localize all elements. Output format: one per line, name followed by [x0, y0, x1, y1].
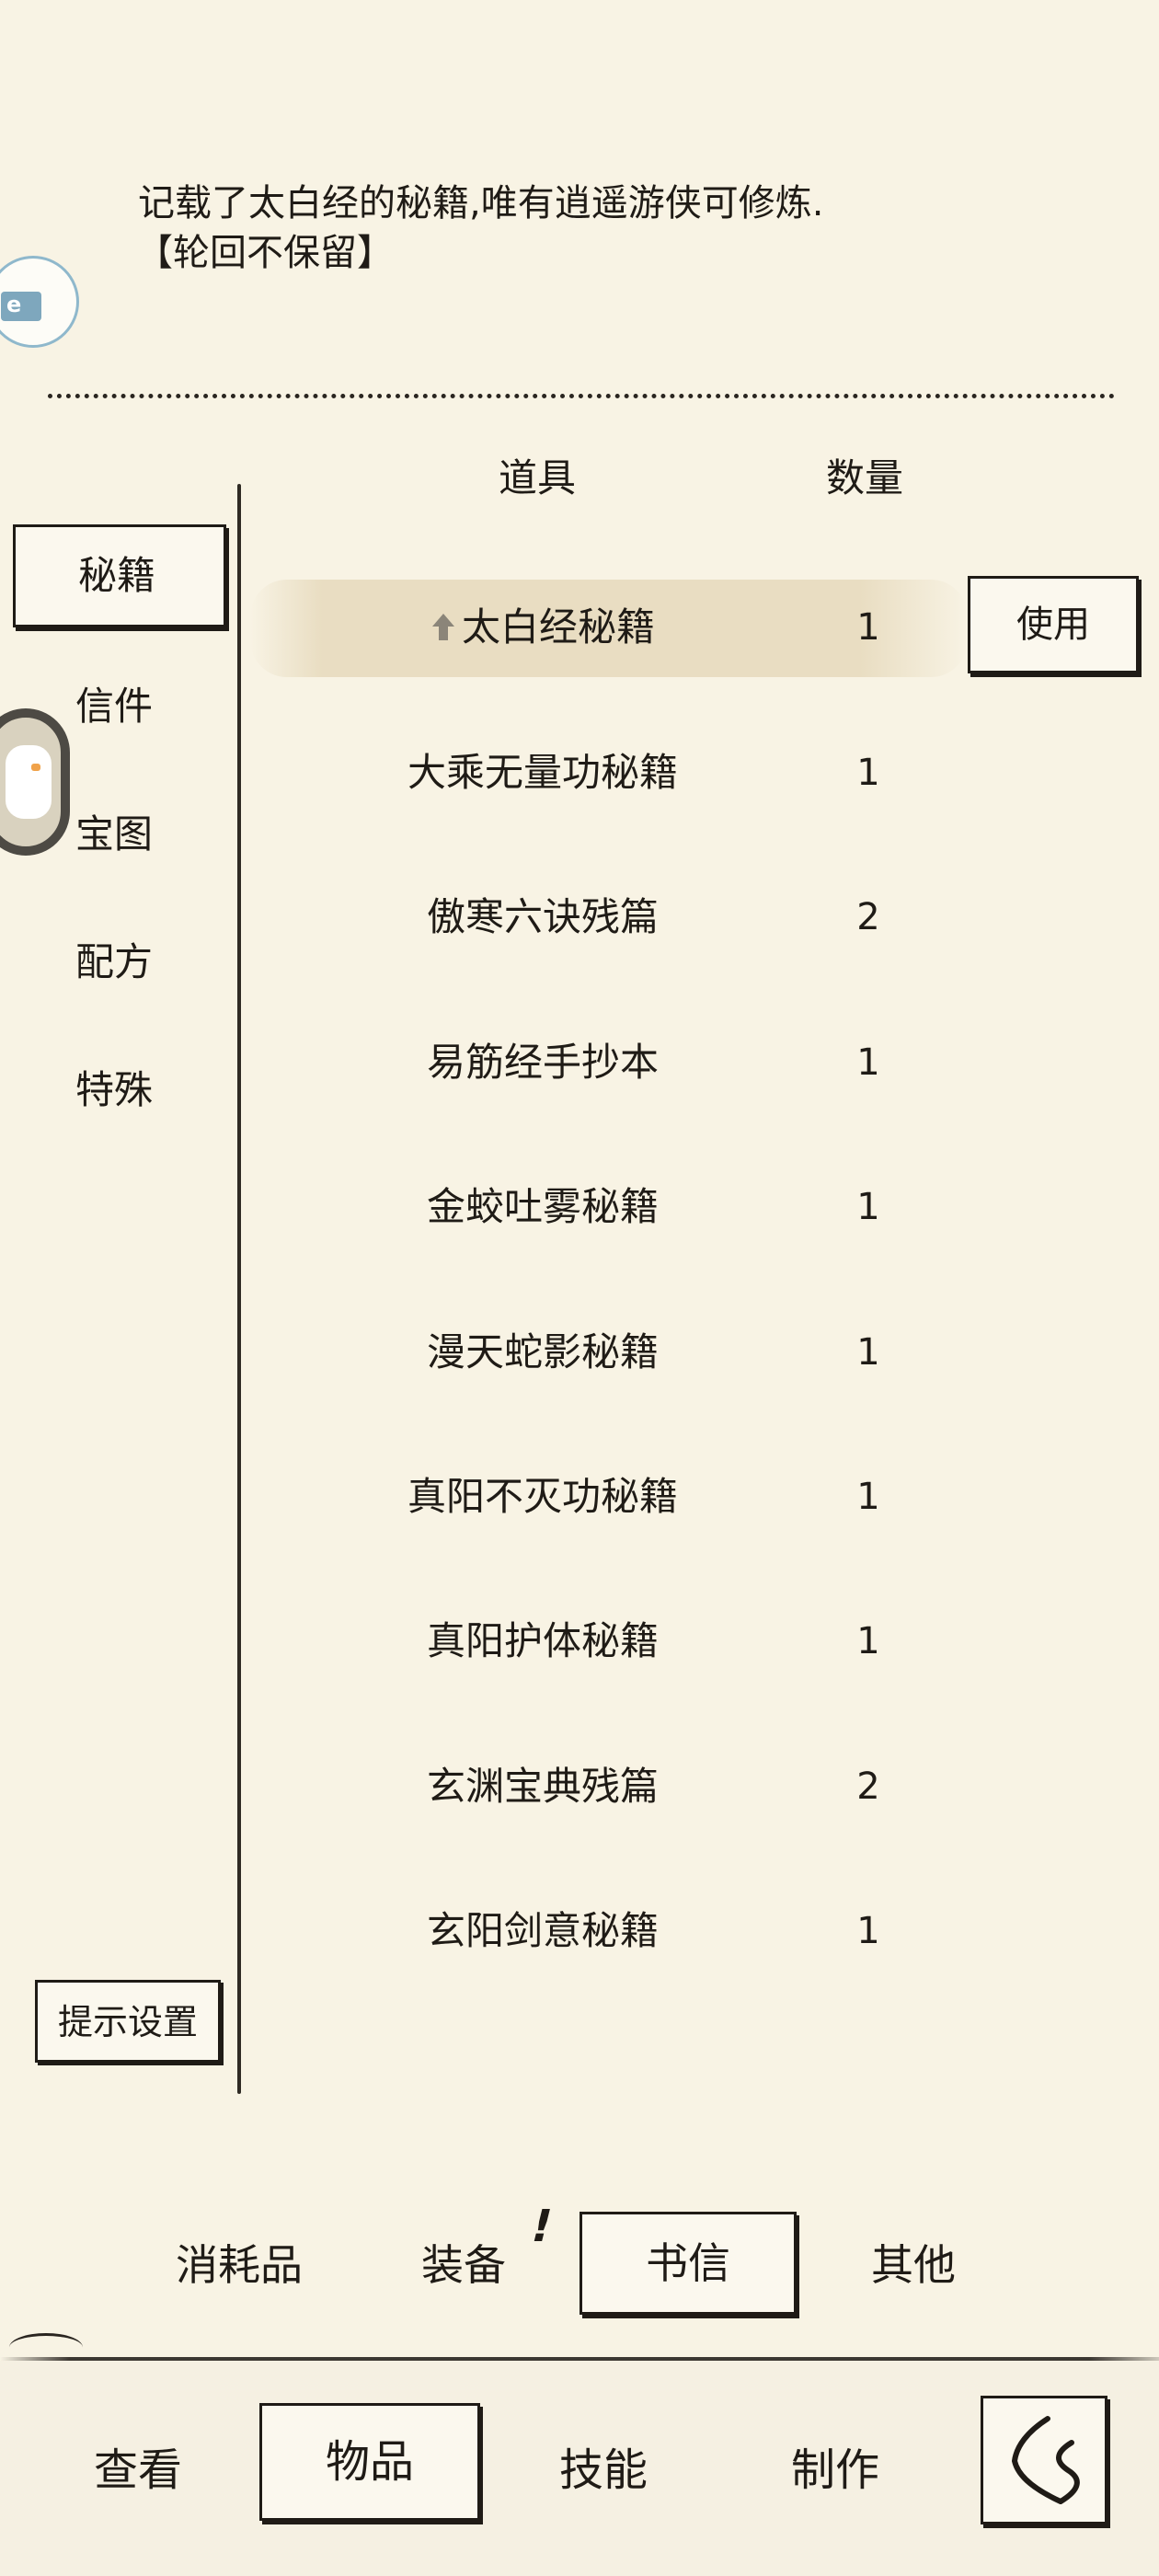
table-row[interactable]: 玄阳剑意秘籍 — [313, 1894, 773, 1968]
back-button[interactable] — [981, 2396, 1107, 2524]
sidebar-tab-recipes[interactable]: 配方 — [55, 930, 184, 995]
hint-settings-button[interactable]: 提示设置 — [35, 1980, 221, 2063]
table-row[interactable]: 金蛟吐雾秘籍 — [313, 1170, 773, 1244]
table-row[interactable]: 傲寒六诀残篇 — [313, 880, 773, 954]
sidebar-divider — [237, 484, 241, 2094]
nav-tab-skills[interactable]: 技能 — [521, 2420, 686, 2521]
app-badge-icon[interactable]: e — [0, 256, 79, 348]
item-quantity: 2 — [856, 896, 880, 938]
table-row[interactable]: 玄渊宝典残篇 — [313, 1750, 773, 1823]
item-quantity: 1 — [856, 1331, 880, 1374]
item-quantity: 1 — [856, 752, 880, 794]
table-row[interactable]: 真阳护体秘籍 — [313, 1604, 773, 1678]
table-row[interactable]: 漫天蛇影秘籍 — [313, 1316, 773, 1389]
sidebar-tab-secret-manuals[interactable]: 秘籍 — [13, 524, 226, 627]
column-header-quantity: 数量 — [825, 455, 903, 500]
category-tab-consumables[interactable]: 消耗品 — [138, 2221, 340, 2309]
table-row[interactable]: 真阳不灭功秘籍 — [313, 1460, 773, 1534]
back-arrow-icon — [1012, 2416, 1080, 2504]
item-description: 记载了太白经的秘籍,唯有逍遥游侠可修炼. — [138, 182, 824, 224]
table-row[interactable]: 太白经秘籍 — [313, 591, 773, 664]
item-quantity: 1 — [856, 1910, 880, 1952]
use-button[interactable]: 使用 — [968, 576, 1139, 673]
item-note: 【轮回不保留】 — [136, 232, 394, 274]
item-name: 太白经秘籍 — [461, 604, 655, 650]
nav-tab-craft[interactable]: 制作 — [752, 2420, 918, 2521]
dotted-divider — [48, 394, 1115, 398]
table-row[interactable]: 易筋经手抄本 — [313, 1026, 773, 1099]
column-header-item: 道具 — [498, 455, 576, 500]
category-tab-equipment[interactable]: 装备 — [381, 2221, 546, 2309]
category-tab-letters[interactable]: 书信 — [580, 2212, 797, 2315]
item-quantity: 1 — [856, 1476, 880, 1518]
sidebar-tab-treasure-maps[interactable]: 宝图 — [55, 802, 184, 867]
nav-tab-items[interactable]: 物品 — [259, 2403, 480, 2521]
item-quantity: 1 — [856, 606, 880, 649]
nav-tab-view[interactable]: 查看 — [55, 2420, 221, 2521]
item-quantity: 1 — [856, 1041, 880, 1084]
item-quantity: 2 — [856, 1765, 880, 1808]
arrow-up-icon — [430, 612, 456, 643]
item-quantity: 1 — [856, 1186, 880, 1228]
item-quantity: 1 — [856, 1620, 880, 1662]
table-row[interactable]: 大乘无量功秘籍 — [313, 736, 773, 810]
sidebar-tab-letters[interactable]: 信件 — [55, 674, 184, 739]
category-tab-others[interactable]: 其他 — [828, 2221, 999, 2309]
sidebar-tab-special[interactable]: 特殊 — [55, 1058, 184, 1122]
